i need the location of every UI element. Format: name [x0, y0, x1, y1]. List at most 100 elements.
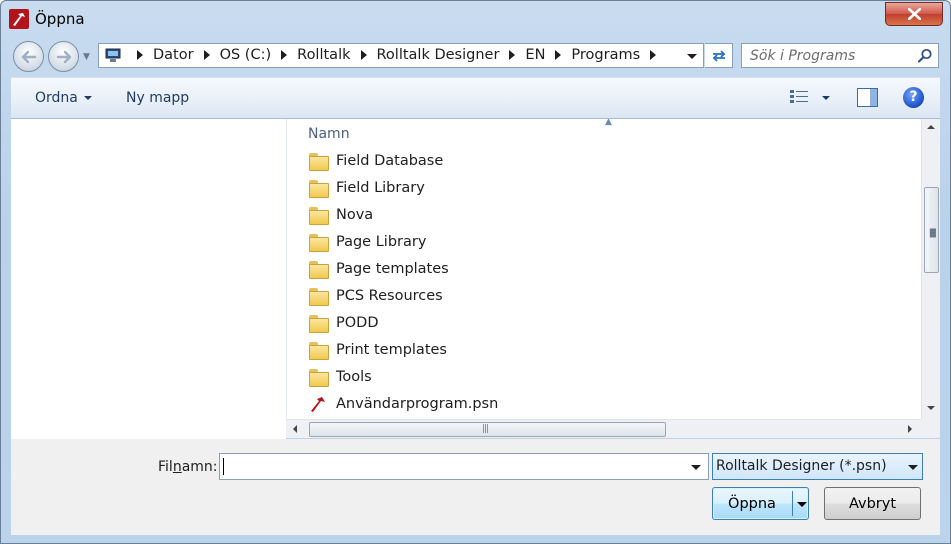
list-item[interactable]: Field Library [309, 175, 425, 201]
folder-icon [309, 342, 329, 360]
breadcrumb-item[interactable]: OS (C:) [220, 47, 272, 63]
filename-label-part: amn: [181, 459, 218, 475]
scroll-left-icon[interactable] [293, 425, 297, 433]
list-item[interactable]: Print templates [309, 337, 447, 363]
filename-input[interactable] [223, 456, 673, 477]
filetype-value: Rolltalk Designer (*.psn) [716, 458, 887, 474]
list-item-label: Field Database [336, 153, 444, 169]
scroll-down-icon[interactable] [927, 406, 935, 410]
folder-icon [309, 288, 329, 306]
command-bar: Ordna Ny mapp ? [11, 77, 940, 119]
history-dropdown-icon[interactable]: ▼ [83, 52, 90, 62]
list-item[interactable]: Tools [309, 364, 372, 390]
organize-label: Ordna [35, 90, 78, 106]
refresh-icon [712, 50, 726, 62]
split-divider [792, 491, 793, 516]
vertical-scrollbar[interactable]: ▬ ▬ ▬ [921, 119, 940, 419]
filename-label: Filnamn: [158, 459, 218, 475]
open-options-dropdown-icon[interactable] [797, 502, 807, 507]
scroll-right-icon[interactable] [908, 425, 912, 433]
grip-icon: ||| [482, 424, 489, 434]
breadcrumb-item[interactable]: Rolltalk Designer [377, 47, 500, 63]
list-item-label: Tools [336, 369, 372, 385]
preview-pane-icon[interactable] [857, 88, 878, 107]
view-options-icon[interactable] [789, 89, 809, 105]
list-item[interactable]: PCS Resources [309, 283, 443, 309]
list-item[interactable]: Page templates [309, 256, 449, 282]
list-item-label: Användarprogram.psn [336, 396, 499, 412]
open-button[interactable]: Öppna [712, 487, 809, 520]
refresh-button[interactable] [705, 43, 733, 68]
chevron-down-icon[interactable] [908, 465, 918, 470]
list-item-label: PODD [336, 315, 379, 331]
search-icon[interactable] [917, 48, 933, 64]
rolltalk-app-icon [9, 9, 29, 29]
view-dropdown-icon[interactable] [822, 96, 830, 100]
list-item-label: Nova [336, 207, 374, 223]
folder-icon [309, 234, 329, 252]
breadcrumb-separator-icon[interactable] [555, 50, 562, 60]
vertical-scroll-thumb[interactable]: ▬ ▬ ▬ [924, 187, 939, 273]
organize-button[interactable]: Ordna [35, 90, 92, 106]
new-folder-button[interactable]: Ny mapp [126, 90, 189, 106]
window-title: Öppna [35, 10, 85, 28]
arrow-left-icon [21, 50, 37, 64]
search-box[interactable]: Sök i Programs [741, 43, 939, 68]
list-item-label: PCS Resources [336, 288, 443, 304]
filename-dropdown-icon[interactable] [691, 465, 701, 470]
bottom-panel: Filnamn: Rolltalk Designer (*.psn) Öppna… [11, 439, 940, 535]
list-item[interactable]: Nova [309, 202, 373, 228]
list-item-label: Field Library [336, 180, 425, 196]
file-list[interactable]: ▲ Namn Field Database Field Library Nova… [286, 119, 921, 419]
breadcrumb-separator-icon[interactable] [360, 50, 367, 60]
filename-combobox[interactable] [219, 453, 709, 480]
breadcrumb-item[interactable]: EN [525, 47, 545, 63]
list-item[interactable]: Field Database [309, 148, 443, 174]
horizontal-scroll-thumb[interactable]: ||| [309, 422, 666, 437]
grip-icon: ▬ ▬ ▬ [929, 225, 937, 240]
cancel-button[interactable]: Avbryt [824, 487, 921, 520]
list-item[interactable]: PODD [309, 310, 379, 336]
rolltalk-file-icon [311, 397, 325, 412]
address-dropdown-icon[interactable] [687, 54, 697, 59]
breadcrumb-item[interactable]: Programs [571, 47, 640, 63]
breadcrumb-item[interactable]: Rolltalk [297, 47, 350, 63]
horizontal-scrollbar[interactable]: ||| [286, 419, 921, 438]
arrow-right-icon [56, 50, 72, 64]
text-cursor [223, 458, 224, 475]
folder-icon [309, 261, 329, 279]
list-item[interactable]: Användarprogram.psn [309, 391, 498, 417]
computer-icon [105, 48, 121, 62]
folder-icon [309, 180, 329, 198]
folder-icon [309, 315, 329, 333]
scroll-corner [921, 419, 940, 438]
filename-label-part: Fil [158, 459, 173, 475]
breadcrumb-separator-icon[interactable] [137, 50, 143, 60]
open-button-label: Öppna [728, 496, 776, 512]
breadcrumb-separator-icon[interactable] [203, 50, 210, 60]
column-header-name[interactable]: Namn [308, 126, 350, 142]
list-item-label: Page templates [336, 261, 449, 277]
search-placeholder[interactable]: Sök i Programs [750, 48, 855, 64]
open-dialog: Öppna ▼ Dator OS (C:) Rolltalk Rolltalk … [0, 0, 951, 544]
navigation-pane[interactable] [11, 119, 286, 439]
filetype-select[interactable]: Rolltalk Designer (*.psn) [712, 453, 923, 480]
back-button[interactable] [13, 41, 44, 72]
breadcrumb-separator-icon[interactable] [281, 50, 288, 60]
breadcrumb-item[interactable]: Dator [153, 47, 194, 63]
sort-ascending-icon: ▲ [605, 119, 612, 127]
chevron-down-icon [83, 96, 92, 100]
close-button[interactable] [885, 2, 943, 26]
breadcrumb-separator-icon[interactable] [650, 50, 657, 60]
address-bar[interactable]: Dator OS (C:) Rolltalk Rolltalk Designer… [98, 43, 704, 68]
forward-button[interactable] [48, 41, 79, 72]
breadcrumb-separator-icon[interactable] [509, 50, 516, 60]
scroll-up-icon[interactable] [927, 125, 935, 129]
close-icon [908, 8, 921, 20]
folder-icon [309, 153, 329, 171]
title-bar: Öppna [1, 1, 950, 37]
breadcrumb: Dator OS (C:) Rolltalk Rolltalk Designer… [127, 47, 666, 63]
list-item[interactable]: Page Library [309, 229, 426, 255]
navigation-bar: ▼ Dator OS (C:) Rolltalk Rolltalk Design… [1, 37, 950, 75]
help-icon[interactable]: ? [903, 87, 924, 108]
